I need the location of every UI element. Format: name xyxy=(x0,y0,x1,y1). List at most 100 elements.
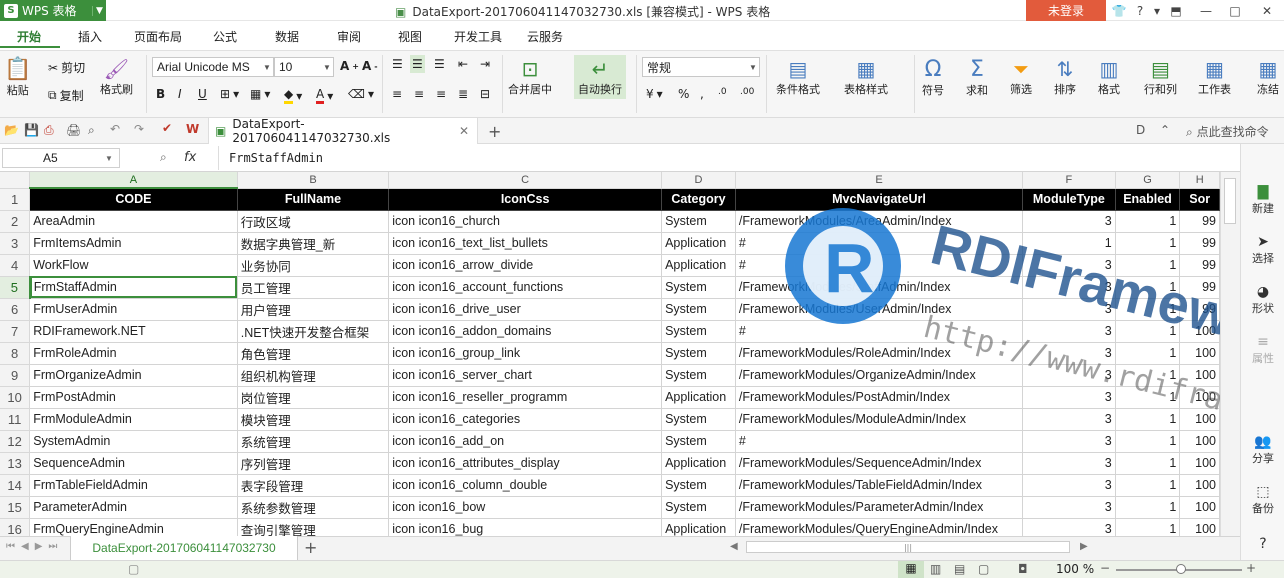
fill-color-button[interactable]: ◆ ▾ xyxy=(284,87,302,104)
increase-decimal-button[interactable]: .0 xyxy=(718,87,727,97)
table-cell[interactable]: 3 xyxy=(1022,496,1116,519)
cell-style-button[interactable]: ▦ ▾ xyxy=(250,87,270,101)
normal-view-button[interactable]: ▦ xyxy=(898,561,924,578)
tab-insert[interactable]: 插入 xyxy=(78,28,102,45)
table-cell[interactable]: 1 xyxy=(1115,408,1181,431)
table-cell[interactable]: 1 xyxy=(1115,474,1181,497)
restore-ribbon-icon[interactable]: ⬒ xyxy=(1164,0,1188,21)
tab-data[interactable]: 数据 xyxy=(275,28,299,45)
table-cell[interactable]: 3 xyxy=(1022,518,1116,536)
table-cell[interactable]: Application xyxy=(661,232,736,255)
name-box[interactable]: A5 ▼ xyxy=(2,148,120,168)
tab-page-layout[interactable]: 页面布局 xyxy=(134,28,182,45)
table-cell[interactable]: 3 xyxy=(1022,210,1116,233)
page-layout-view-button[interactable]: ▤ xyxy=(954,562,965,576)
table-cell[interactable]: 1 xyxy=(1115,210,1181,233)
side-select-button[interactable]: ➤ 选择 xyxy=(1241,234,1284,266)
table-cell[interactable]: icon icon16_text_list_bullets xyxy=(388,232,663,255)
print-preview-icon[interactable]: ⌕ xyxy=(88,123,95,138)
table-cell[interactable]: 3 xyxy=(1022,386,1116,409)
table-cell[interactable]: 100 xyxy=(1179,320,1220,343)
table-cell[interactable]: SystemAdmin xyxy=(29,430,238,453)
table-cell[interactable]: 1 xyxy=(1022,232,1116,255)
header-cell[interactable]: MvcNavigateUrl xyxy=(735,188,1024,211)
scroll-left-icon[interactable]: ◀ xyxy=(730,541,738,552)
sheet-tab[interactable]: DataExport-201706041147032730 xyxy=(70,536,298,560)
table-cell[interactable]: ParameterAdmin xyxy=(29,496,238,519)
table-cell[interactable]: 1 xyxy=(1115,452,1181,475)
sum-button[interactable]: Σ 求和 xyxy=(966,57,988,98)
wps-menu-button[interactable]: S WPS 表格 ▼ xyxy=(0,0,106,21)
table-cell[interactable]: # xyxy=(735,254,1024,277)
row-header[interactable]: 6 xyxy=(0,298,31,321)
table-cell[interactable]: icon icon16_addon_domains xyxy=(388,320,663,343)
find-command-box[interactable]: ⌕ 点此查找命令 xyxy=(1186,123,1269,140)
doc-icon[interactable]: D xyxy=(1136,123,1145,137)
table-cell[interactable]: 行政区域 xyxy=(237,210,390,233)
table-cell[interactable]: 99 xyxy=(1179,232,1220,255)
table-cell[interactable]: Application xyxy=(661,386,736,409)
redo-icon[interactable]: ↷ xyxy=(134,122,144,136)
help-icon[interactable]: ? xyxy=(1130,0,1150,21)
table-cell[interactable]: /FrameworkModules/StaffAdmin/Index xyxy=(735,276,1024,299)
table-cell[interactable]: .NET快速开发整合框架 xyxy=(237,320,390,343)
column-header[interactable]: G xyxy=(1115,172,1181,189)
table-cell[interactable]: 1 xyxy=(1115,320,1181,343)
insert-function-button[interactable]: fx xyxy=(184,150,196,165)
table-cell[interactable]: 100 xyxy=(1179,386,1220,409)
skin-icon[interactable]: 👕 xyxy=(1108,0,1130,21)
table-cell[interactable]: 3 xyxy=(1022,364,1116,387)
outdent-button[interactable]: ⇥ xyxy=(480,57,490,71)
table-cell[interactable]: 3 xyxy=(1022,320,1116,343)
font-color-button[interactable]: A ▾ xyxy=(316,87,333,104)
table-cell[interactable]: icon icon16_group_link xyxy=(388,342,663,365)
merge-center-button[interactable]: ⊡ 合并居中 xyxy=(508,57,552,97)
table-cell[interactable]: Application xyxy=(661,518,736,536)
table-cell[interactable]: 99 xyxy=(1179,276,1220,299)
table-cell[interactable]: 100 xyxy=(1179,430,1220,453)
table-cell[interactable]: 序列管理 xyxy=(237,452,390,475)
file-tab[interactable]: ▣ DataExport-201706041147032730.xls ✕ xyxy=(208,117,478,145)
row-header[interactable]: 13 xyxy=(0,452,31,475)
format-painter-button[interactable]: 🖌 格式刷 xyxy=(100,57,133,97)
table-cell[interactable]: icon icon16_server_chart xyxy=(388,364,663,387)
table-cell[interactable]: 1 xyxy=(1115,386,1181,409)
table-cell[interactable]: 1 xyxy=(1115,364,1181,387)
table-cell[interactable]: 3 xyxy=(1022,430,1116,453)
freeze-button[interactable]: ▦ 冻结 xyxy=(1254,57,1282,97)
table-cell[interactable]: icon icon16_reseller_programm xyxy=(388,386,663,409)
table-cell[interactable]: System xyxy=(661,364,736,387)
table-cell[interactable]: 查询引擎管理 xyxy=(237,518,390,536)
row-header[interactable]: 4 xyxy=(0,254,31,277)
table-cell[interactable]: 系统参数管理 xyxy=(237,496,390,519)
table-cell[interactable]: # xyxy=(735,232,1024,255)
column-header[interactable]: E xyxy=(735,172,1024,189)
column-header[interactable]: B xyxy=(237,172,390,189)
comma-button[interactable]: , xyxy=(700,87,704,101)
table-cell[interactable]: FrmTableFieldAdmin xyxy=(29,474,238,497)
number-format-select[interactable]: 常规 ▼ xyxy=(642,57,760,77)
font-size-select[interactable]: 10 ▼ xyxy=(274,57,334,77)
save-icon[interactable]: 💾 xyxy=(24,123,39,137)
row-header[interactable]: 10 xyxy=(0,386,31,409)
options-icon[interactable]: ▾ xyxy=(1150,0,1164,21)
table-cell[interactable]: /FrameworkModules/QueryEngineAdmin/Index xyxy=(735,518,1024,536)
table-cell[interactable]: icon icon16_add_on xyxy=(388,430,663,453)
page-break-view-button[interactable]: ▥ xyxy=(930,562,941,576)
row-header[interactable]: 1 xyxy=(0,188,31,211)
align-center-button[interactable]: ≡ xyxy=(414,87,424,101)
tab-review[interactable]: 审阅 xyxy=(337,28,361,45)
table-cell[interactable]: System xyxy=(661,408,736,431)
row-header[interactable]: 15 xyxy=(0,496,31,519)
table-cell[interactable]: /FrameworkModules/UserAdmin/Index xyxy=(735,298,1024,321)
copy-button[interactable]: ⧉ 复制 xyxy=(48,87,84,104)
table-cell[interactable]: 1 xyxy=(1115,496,1181,519)
table-cell[interactable]: WorkFlow xyxy=(29,254,238,277)
side-new-button[interactable]: ▇ 新建 xyxy=(1241,184,1284,216)
table-cell[interactable]: /FrameworkModules/AreaAdmin/Index xyxy=(735,210,1024,233)
underline-button[interactable]: U xyxy=(198,87,207,101)
column-header[interactable]: C xyxy=(388,172,663,189)
table-cell[interactable]: 系统管理 xyxy=(237,430,390,453)
sort-button[interactable]: ⇅ 排序 xyxy=(1054,57,1076,97)
table-cell[interactable]: 99 xyxy=(1179,254,1220,277)
